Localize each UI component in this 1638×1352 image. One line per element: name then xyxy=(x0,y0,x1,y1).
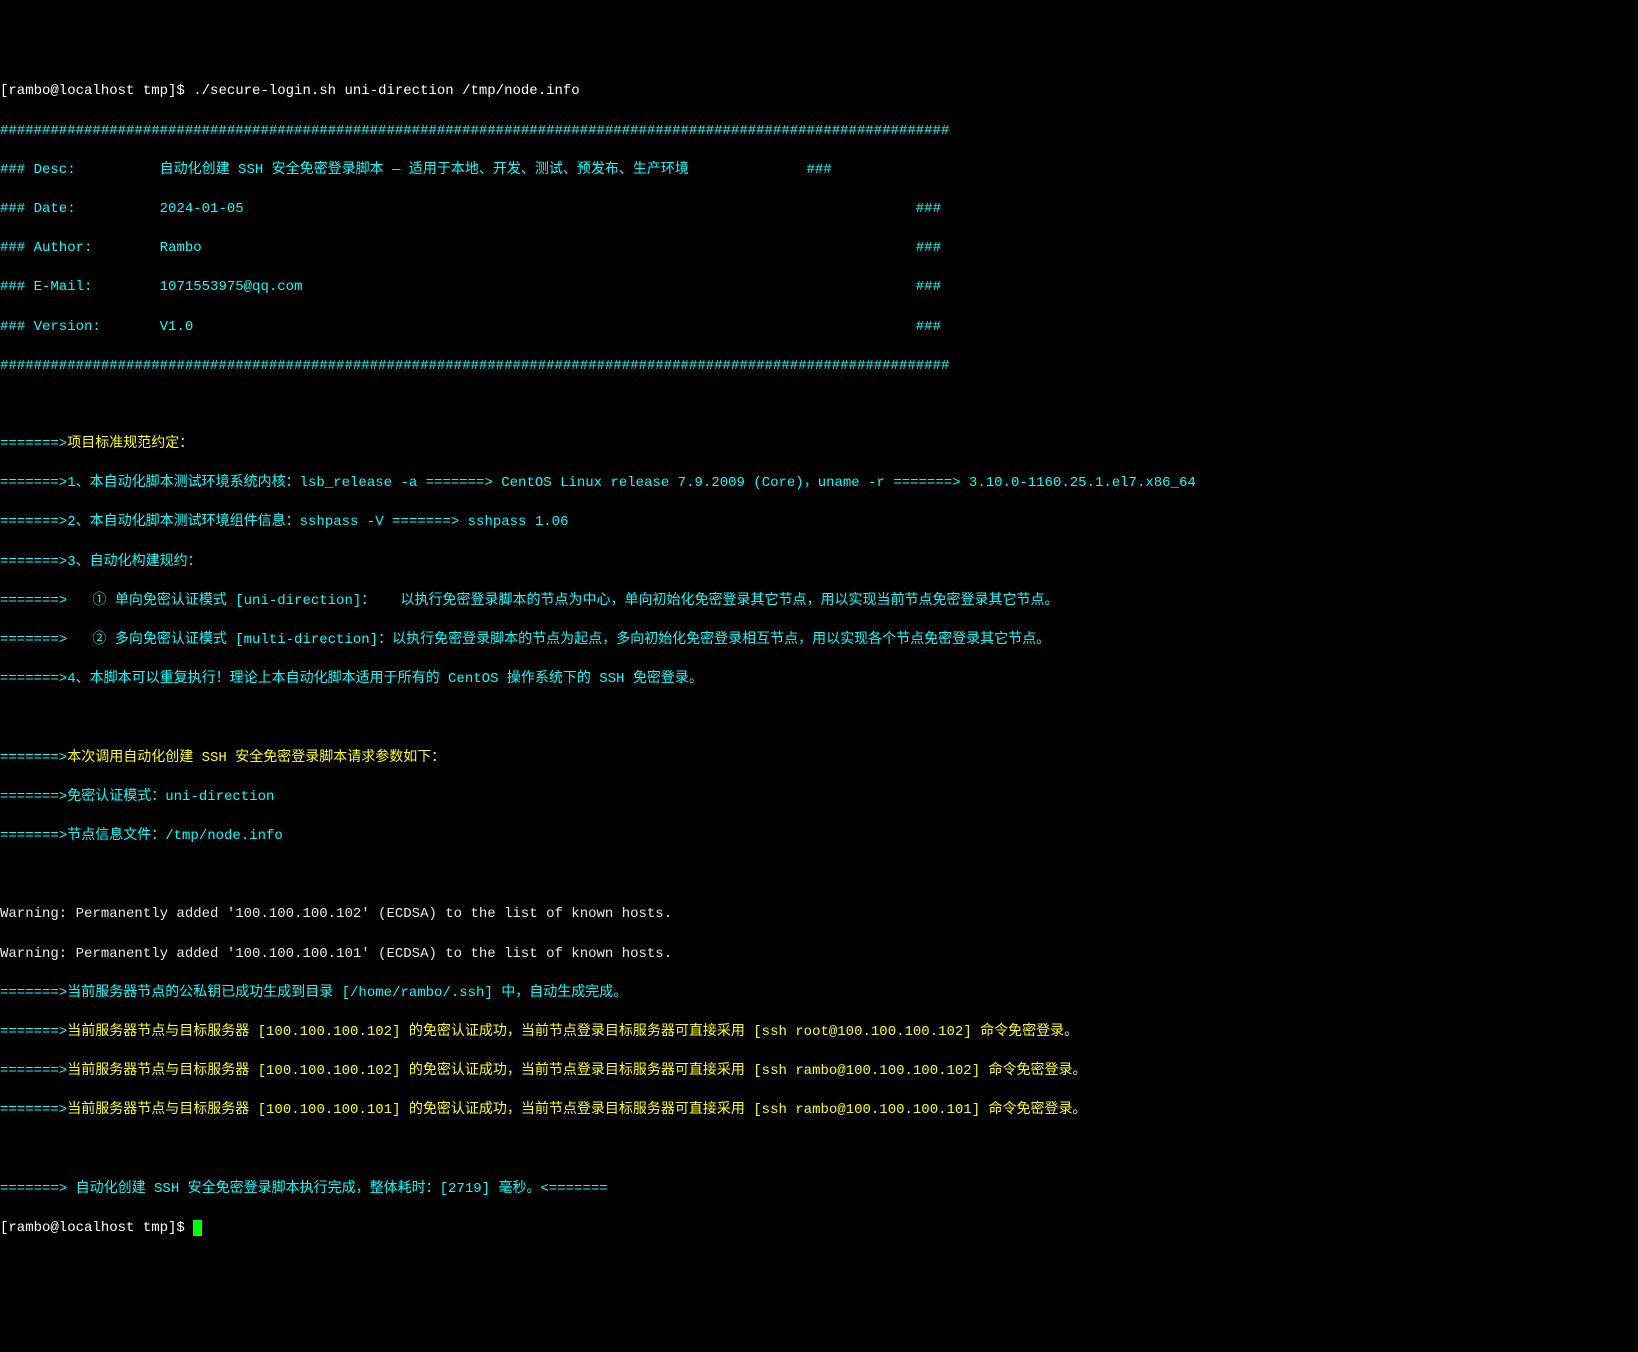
call-mode: =======>免密认证模式：uni-direction xyxy=(0,788,1638,808)
spec-3: =======>3、自动化构建规约： xyxy=(0,553,1638,573)
keygen: =======>当前服务器节点的公私钥已成功生成到目录 [/home/rambo… xyxy=(0,984,1638,1004)
watermark: CSDN @Ramboooooooo xyxy=(1461,1350,1618,1352)
banner-date: ### Date: 2024-01-05 ### xyxy=(0,200,1638,220)
blank xyxy=(0,866,1638,886)
terminal-output: [rambo@localhost tmp]$ ./secure-login.sh… xyxy=(0,82,1638,102)
blank xyxy=(0,396,1638,416)
auth-row: =======>当前服务器节点与目标服务器 [100.100.100.101] … xyxy=(0,1101,1638,1121)
blank xyxy=(0,709,1638,729)
banner-border: ########################################… xyxy=(0,122,1638,142)
blank xyxy=(0,1140,1638,1160)
banner-version: ### Version: V1.0 ### xyxy=(0,318,1638,338)
warning-2: Warning: Permanently added '100.100.100.… xyxy=(0,945,1638,965)
spec-opt2: =======> ② 多向免密认证模式 [multi-direction]：以执… xyxy=(0,631,1638,651)
warning-1: Warning: Permanently added '100.100.100.… xyxy=(0,905,1638,925)
auth-row: =======>当前服务器节点与目标服务器 [100.100.100.102] … xyxy=(0,1023,1638,1043)
spec-opt1: =======> ① 单向免密认证模式 [uni-direction]： 以执行… xyxy=(0,592,1638,612)
shell-prompt-2[interactable]: [rambo@localhost tmp]$ xyxy=(0,1219,1638,1239)
call-file: =======>节点信息文件：/tmp/node.info xyxy=(0,827,1638,847)
spec-4: =======>4、本脚本可以重复执行！理论上本自动化脚本适用于所有的 Cent… xyxy=(0,670,1638,690)
call-title: =======>本次调用自动化创建 SSH 安全免密登录脚本请求参数如下： xyxy=(0,749,1638,769)
spec-title: =======>项目标准规范约定： xyxy=(0,435,1638,455)
done: =======> 自动化创建 SSH 安全免密登录脚本执行完成，整体耗时：[27… xyxy=(0,1180,1638,1200)
cursor-icon xyxy=(193,1220,202,1236)
banner-author: ### Author: Rambo ### xyxy=(0,239,1638,259)
banner-border: ########################################… xyxy=(0,357,1638,377)
banner-desc: ### Desc: 自动化创建 SSH 安全免密登录脚本 — 适用于本地、开发、… xyxy=(0,161,1638,181)
spec-2: =======>2、本自动化脚本测试环境组件信息：sshpass -V ====… xyxy=(0,513,1638,533)
shell-prompt[interactable]: [rambo@localhost tmp]$ xyxy=(0,83,193,99)
auth-row: =======>当前服务器节点与目标服务器 [100.100.100.102] … xyxy=(0,1062,1638,1082)
banner-email: ### E-Mail: 1071553975@qq.com ### xyxy=(0,278,1638,298)
spec-1: =======>1、本自动化脚本测试环境系统内核：lsb_release -a … xyxy=(0,474,1638,494)
command: ./secure-login.sh uni-direction /tmp/nod… xyxy=(193,83,579,99)
